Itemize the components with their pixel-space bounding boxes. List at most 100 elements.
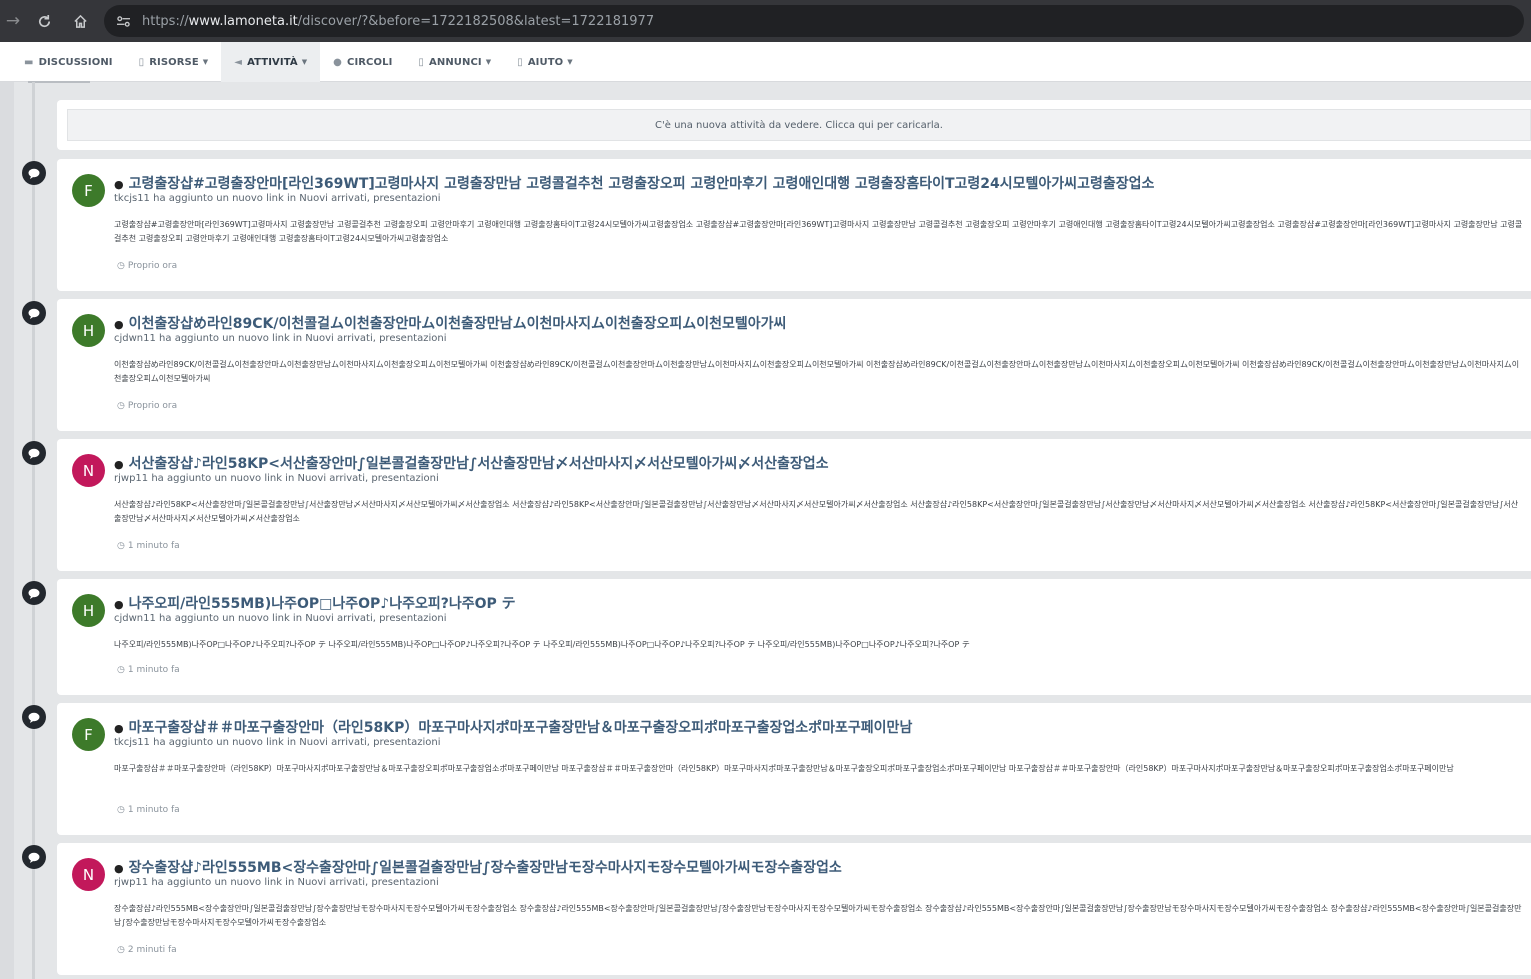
item-timestamp[interactable]: ◷ 1 minuto fa: [117, 805, 180, 815]
feed-item: F ● 마포구출장샵＃＃마포구출장안마（라인58KP）마포구마사지ポ마포구출장만남＆…: [57, 703, 1531, 835]
caret-down-icon: ▼: [301, 58, 308, 66]
avatar[interactable]: H: [72, 314, 105, 347]
url-prefix: https://: [142, 13, 189, 29]
item-timestamp[interactable]: ◷ 1 minuto fa: [117, 665, 180, 675]
avatar-letter: H: [82, 601, 95, 620]
comments-icon: ▬: [24, 56, 34, 68]
item-meta: rjwp11 ha aggiunto un nuovo link in Nuov…: [114, 473, 439, 484]
document-icon: ▯: [138, 56, 145, 68]
feed-item: N ● 장수출장샵♪라인555MB<장수출장안마∫일본콜걸출장만남∫장수출장만남モ장…: [57, 843, 1531, 975]
home-icon[interactable]: [62, 0, 98, 42]
nav-item-1[interactable]: ▯ RISORSE ▼: [126, 42, 222, 82]
bullet-icon: ●: [114, 862, 124, 875]
browser-toolbar: → https://www.lamoneta.it/discover/?&bef…: [0, 0, 1531, 42]
clock-icon: ◷: [117, 805, 125, 815]
clock-icon: ◷: [117, 401, 125, 411]
item-time-text: 1 minuto fa: [127, 805, 180, 815]
item-body: 나주오피/라인555MB)나주OP□나주OP♪나주오피?나주OP テ 나주오피/…: [114, 640, 970, 649]
avatar[interactable]: F: [72, 174, 105, 207]
item-title-text[interactable]: 마포구출장샵＃＃마포구출장안마（라인58KP）마포구마사지ポ마포구출장만남＆마포…: [129, 720, 913, 736]
item-title-text[interactable]: 나주오피/라인555MB)나주OP□나주OP♪나주오피?나주OP テ: [129, 596, 516, 612]
avatar-letter: N: [82, 865, 95, 884]
caret-down-icon: ▼: [567, 58, 573, 66]
bullet-icon: ●: [114, 598, 124, 611]
avatar[interactable]: H: [72, 594, 105, 627]
nav-item-3[interactable]: ● CIRCOLI: [320, 42, 405, 82]
clock-icon: ◷: [117, 261, 125, 271]
url-host: www.lamoneta.it: [188, 13, 298, 29]
url-text: https://www.lamoneta.it/discover/?&befor…: [142, 14, 654, 29]
avatar[interactable]: F: [72, 718, 105, 751]
reload-icon[interactable]: [26, 0, 62, 42]
site-settings-icon[interactable]: [104, 15, 142, 28]
caret-down-icon: ▼: [202, 58, 209, 66]
main-navigation: ▬ DISCUSSIONI ▯ RISORSE ▼ ◄ ATTIVITÀ ▼ ● CIRCOLI ▯…: [0, 42, 1531, 82]
item-time-text: 1 minuto fa: [127, 541, 180, 551]
item-title[interactable]: ● 마포구출장샵＃＃마포구출장안마（라인58KP）마포구마사지ポ마포구출장만남＆마…: [114, 717, 1524, 737]
back-arrow-icon[interactable]: →: [0, 0, 26, 42]
item-title[interactable]: ● 이천출장샵め라인89CK/이천콜걸ム이천출장안마ム이천출장만남ム이천마사지ム이…: [114, 313, 1524, 333]
nav-item-4[interactable]: ▯ ANNUNCI ▼: [405, 42, 504, 82]
item-body: 서산출장샵♪라인58KP<서산출장안마∫일본콜걸출장만남∫서산출장만남〆서산마사…: [114, 500, 1519, 523]
comment-bubble-icon: [22, 581, 46, 605]
item-timestamp[interactable]: ◷ Proprio ora: [117, 261, 177, 271]
bullet-icon: ●: [114, 722, 124, 735]
avatar[interactable]: N: [72, 858, 105, 891]
nav-item-label: CIRCOLI: [347, 56, 393, 68]
bullet-icon: ●: [114, 318, 124, 331]
item-time-text: 1 minuto fa: [127, 665, 180, 675]
feed-item: N ● 서산출장샵♪라인58KP<서산출장안마∫일본콜걸출장만남∫서산출장만남〆서산…: [57, 439, 1531, 571]
document-icon: ▯: [517, 56, 523, 68]
new-activity-notice[interactable]: C'è una nuova attività da vedere. Clicca…: [67, 109, 1531, 141]
item-title-text[interactable]: 고령출장샵#고령출장안마[라인369WT]고령마사지 고령출장만남 고령콜걸추천…: [129, 176, 1155, 192]
comment-bubble-icon: [22, 441, 46, 465]
nav-item-5[interactable]: ▯ AIUTO ▼: [504, 42, 586, 82]
bullet-icon: ●: [114, 178, 124, 191]
item-meta: tkcjs11 ha aggiunto un nuovo link in Nuo…: [114, 193, 441, 204]
item-meta: cjdwn11 ha aggiunto un nuovo link in Nuo…: [114, 333, 447, 344]
item-title[interactable]: ● 나주오피/라인555MB)나주OP□나주OP♪나주오피?나주OP テ: [114, 593, 1524, 613]
item-meta: tkcjs11 ha aggiunto un nuovo link in Nuo…: [114, 737, 441, 748]
item-body: 이천출장샵め라인89CK/이천콜걸ム이천출장안마ム이천출장만남ム이천마사지ム이천…: [114, 360, 1520, 383]
item-time-text: Proprio ora: [127, 261, 178, 271]
nav-item-label: ANNUNCI: [429, 56, 482, 68]
feed-item: H ● 나주오피/라인555MB)나주OP□나주OP♪나주오피?나주OP テ cjdw…: [57, 579, 1531, 695]
address-bar[interactable]: https://www.lamoneta.it/discover/?&befor…: [104, 5, 1524, 37]
item-title-text[interactable]: 이천출장샵め라인89CK/이천콜걸ム이천출장안마ム이천출장만남ム이천마사지ム이천…: [129, 316, 787, 332]
nav-underline: [28, 81, 90, 83]
item-meta: cjdwn11 ha aggiunto un nuovo link in Nuo…: [114, 613, 447, 624]
nav-item-2[interactable]: ◄ ATTIVITÀ ▼: [221, 42, 321, 82]
comment-bubble-icon: [22, 845, 46, 869]
avatar-letter: F: [84, 181, 93, 200]
nav-item-label: ATTIVITÀ: [247, 56, 298, 68]
item-title-text[interactable]: 서산출장샵♪라인58KP<서산출장안마∫일본콜걸출장만남∫서산출장만남〆서산마사…: [129, 456, 829, 472]
users-icon: ●: [333, 56, 342, 68]
feed-item: F ● 고령출장샵#고령출장안마[라인369WT]고령마사지 고령출장만남 고령콜걸…: [57, 159, 1531, 291]
item-body: 마포구출장샵＃＃마포구출장안마（라인58KP）마포구마사지ポ마포구출장만남＆마포…: [114, 764, 1454, 773]
avatar-letter: F: [84, 725, 93, 744]
item-time-text: 2 minuti fa: [127, 945, 177, 955]
clock-icon: ◷: [117, 665, 125, 675]
item-title[interactable]: ● 고령출장샵#고령출장안마[라인369WT]고령마사지 고령출장만남 고령콜걸추…: [114, 173, 1524, 193]
avatar[interactable]: N: [72, 454, 105, 487]
nav-item-0[interactable]: ▬ DISCUSSIONI: [0, 42, 126, 82]
bullet-icon: ●: [114, 458, 124, 471]
megaphone-icon: ◄: [234, 56, 243, 68]
item-title-text[interactable]: 장수출장샵♪라인555MB<장수출장안마∫일본콜걸출장만남∫장수출장만남モ장수마…: [129, 860, 842, 876]
item-title[interactable]: ● 서산출장샵♪라인58KP<서산출장안마∫일본콜걸출장만남∫서산출장만남〆서산마…: [114, 453, 1524, 473]
left-gutter: [0, 82, 14, 979]
comment-bubble-icon: [22, 301, 46, 325]
document-icon: ▯: [418, 56, 425, 68]
item-title[interactable]: ● 장수출장샵♪라인555MB<장수출장안마∫일본콜걸출장만남∫장수출장만남モ장수…: [114, 857, 1524, 877]
clock-icon: ◷: [117, 541, 125, 551]
nav-item-label: DISCUSSIONI: [38, 56, 113, 68]
item-timestamp[interactable]: ◷ Proprio ora: [117, 401, 177, 411]
caret-down-icon: ▼: [485, 58, 492, 66]
item-timestamp[interactable]: ◷ 2 minuti fa: [117, 945, 177, 955]
item-body: 장수출장샵♪라인555MB<장수출장안마∫일본콜걸출장만남∫장수출장만남モ장수마…: [114, 904, 1522, 927]
avatar-letter: H: [82, 321, 95, 340]
item-body: 고령출장샵#고령출장안마[라인369WT]고령마사지 고령출장만남 고령콜걸추천…: [114, 220, 1523, 243]
item-timestamp[interactable]: ◷ 1 minuto fa: [117, 541, 180, 551]
avatar-letter: N: [82, 461, 95, 480]
comment-bubble-icon: [22, 705, 46, 729]
